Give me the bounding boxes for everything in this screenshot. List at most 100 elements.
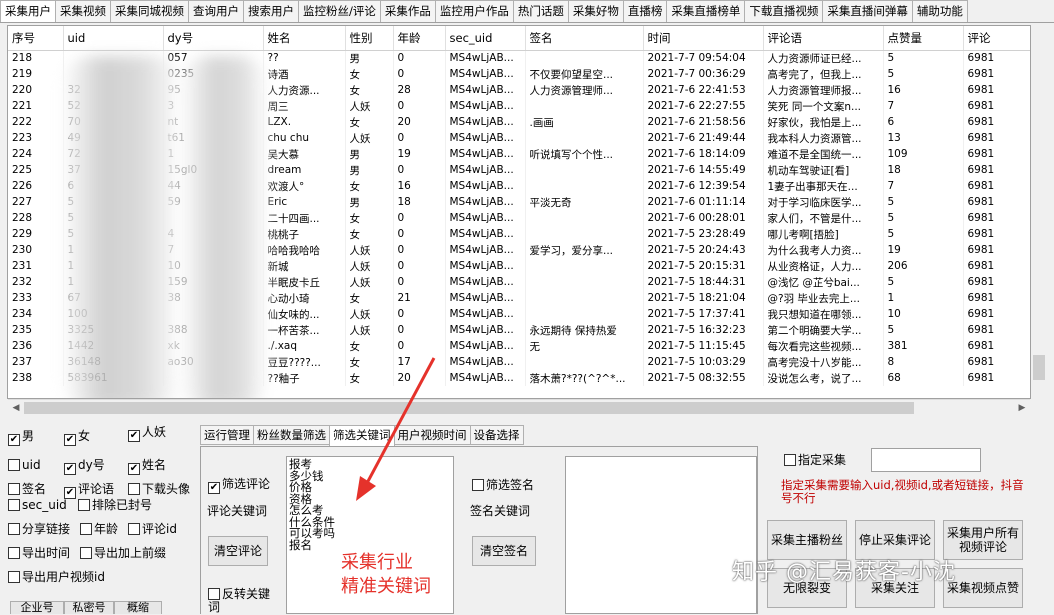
scroll-right-arrow-icon[interactable]: ▶: [1014, 400, 1030, 416]
table-cell: 0: [393, 98, 446, 114]
table-cell: 平淡无奇: [525, 194, 644, 210]
filter-dy-checkbox[interactable]: ✔ dy号: [64, 458, 105, 475]
user-data-grid[interactable]: 序号 uid dy号 姓名 性别 年龄 sec_uid 签名 时间 评论语 点赞量 评论 218 057…: [7, 25, 1031, 399]
filter-comment-checkbox[interactable]: ✔ 评论语: [64, 482, 114, 499]
tab-7[interactable]: 监控用户作品: [434, 0, 514, 22]
vscroll-thumb[interactable]: [1033, 355, 1045, 380]
filter-sign-keyword-checkbox[interactable]: 筛选签名: [472, 478, 534, 492]
hscroll-thumb[interactable]: [24, 402, 914, 414]
clear-comment-button[interactable]: 清空评论: [208, 536, 268, 566]
column-header[interactable]: 年龄: [393, 26, 446, 51]
scroll-left-arrow-icon[interactable]: ◀: [8, 400, 24, 416]
target-collect-input[interactable]: [871, 448, 981, 472]
age-checkbox[interactable]: 年龄: [80, 522, 118, 536]
table-cell: 女: [345, 114, 394, 130]
settings-tab-0[interactable]: 运行管理: [200, 425, 254, 445]
column-header[interactable]: 签名: [525, 26, 644, 51]
sign-keyword-textarea[interactable]: [565, 456, 757, 614]
target-collect-hint: 指定采集需要输入uid,视频id,或者短链接，抖音号不行: [781, 478, 1024, 505]
export-time-checkbox[interactable]: 导出时间: [8, 546, 70, 560]
checkmark-icon: ✔: [128, 463, 140, 475]
summary-button[interactable]: 概缩: [114, 601, 162, 614]
target-collect-checkbox[interactable]: 指定采集: [784, 453, 846, 467]
column-header[interactable]: dy号: [163, 26, 264, 51]
reverse-keyword-checkbox[interactable]: 反转关键词: [208, 588, 278, 614]
table-cell: MS4wLjAB...: [445, 162, 526, 178]
filter-male-checkbox[interactable]: ✔ 男: [8, 429, 34, 446]
tab-10[interactable]: 直播榜: [622, 0, 668, 22]
table-cell: 219: [8, 66, 64, 82]
enterprise-account-button[interactable]: 企业号: [10, 601, 64, 614]
share-link-checkbox[interactable]: 分享链接: [8, 522, 70, 536]
export-prefix-checkbox[interactable]: 导出加上前缀: [80, 546, 166, 560]
table-cell: 女: [345, 66, 394, 82]
grid-vertical-scrollbar[interactable]: [1031, 25, 1047, 399]
column-header[interactable]: 性别: [345, 26, 394, 51]
column-header[interactable]: uid: [63, 26, 164, 51]
tab-2[interactable]: 采集同城视频: [110, 0, 189, 22]
table-cell: 2021-7-6 12:39:54: [643, 178, 764, 194]
table-cell: 0: [393, 306, 446, 322]
tab-8[interactable]: 热门话题: [512, 0, 569, 22]
filter-uid-checkbox[interactable]: uid: [8, 458, 41, 472]
column-header[interactable]: 评论语: [763, 26, 884, 51]
table-cell: MS4wLjAB...: [445, 146, 526, 162]
table-cell: 人力资源管理师...: [525, 82, 644, 98]
exclude-banned-checkbox[interactable]: 排除已封号: [78, 498, 152, 512]
tab-3[interactable]: 查询用户: [188, 0, 244, 22]
tab-0[interactable]: 采集用户: [0, 0, 56, 22]
table-cell: 19: [883, 242, 964, 258]
table-cell: 221: [8, 98, 64, 114]
filter-comment-keyword-checkbox[interactable]: ✔ 筛选评论: [208, 477, 270, 494]
settings-tab-1[interactable]: 粉丝数量筛选: [253, 425, 330, 445]
tab-12[interactable]: 下载直播视频: [744, 0, 824, 22]
settings-tab-3[interactable]: 用户视频时间: [393, 425, 471, 445]
table-cell: [525, 50, 644, 66]
tab-4[interactable]: 搜索用户: [243, 0, 299, 22]
table-cell: 笑死 同一个文案n...: [763, 98, 884, 114]
tab-5[interactable]: 监控粉丝/评论: [298, 0, 381, 22]
table-cell: 哈哈我哈哈: [263, 242, 346, 258]
settings-tab-2[interactable]: 筛选关键词: [329, 425, 395, 447]
tab-14[interactable]: 辅助功能: [911, 0, 968, 22]
table-cell: [525, 210, 644, 226]
filter-name-checkbox[interactable]: ✔ 姓名: [128, 458, 166, 475]
filter-female-checkbox[interactable]: ✔ 女: [64, 429, 90, 446]
clear-sign-button[interactable]: 清空签名: [472, 536, 536, 566]
download-avatar-checkbox[interactable]: 下载头像: [128, 482, 190, 496]
column-header[interactable]: 序号: [8, 26, 64, 51]
table-cell: 2021-7-6 01:11:14: [643, 194, 764, 210]
grid-horizontal-scrollbar[interactable]: ◀ ▶: [8, 399, 1030, 415]
column-header[interactable]: 姓名: [263, 26, 346, 51]
tab-1[interactable]: 采集视频: [55, 0, 111, 22]
column-header[interactable]: 时间: [643, 26, 764, 51]
column-header[interactable]: 评论: [963, 26, 1030, 51]
filter-sign-checkbox[interactable]: 签名: [8, 482, 46, 496]
tab-6[interactable]: 采集作品: [379, 0, 436, 22]
checkmark-icon: ✔: [8, 434, 20, 446]
table-cell: LZX.: [263, 114, 346, 130]
private-account-button[interactable]: 私密号: [64, 601, 114, 614]
table-cell: 6981: [963, 162, 1030, 178]
tab-11[interactable]: 采集直播榜单: [666, 0, 746, 22]
table-cell: 238: [8, 370, 64, 386]
tab-13[interactable]: 采集直播间弹幕: [822, 0, 913, 22]
table-cell: 2021-7-5 11:15:45: [643, 338, 764, 354]
table-cell: 6981: [963, 242, 1030, 258]
table-cell: 2021-7-5 08:32:55: [643, 370, 764, 386]
table-cell: 哪儿考啊[捂脸]: [763, 226, 884, 242]
table-cell: 5: [883, 322, 964, 338]
export-video-id-checkbox[interactable]: 导出用户视频id: [8, 570, 105, 584]
table-cell: 0: [393, 274, 446, 290]
filter-sec-uid-checkbox[interactable]: sec_uid: [8, 498, 67, 512]
tab-9[interactable]: 采集好物: [567, 0, 624, 22]
settings-tab-4[interactable]: 设备选择: [469, 425, 524, 445]
table-cell: 6981: [963, 290, 1030, 306]
column-header[interactable]: sec_uid: [445, 26, 526, 51]
table-cell: 6981: [963, 354, 1030, 370]
filter-other-checkbox[interactable]: ✔ 人妖: [128, 425, 166, 442]
column-header[interactable]: 点赞量: [883, 26, 964, 51]
table-cell: 2021-7-5 16:32:23: [643, 322, 764, 338]
table-cell: 21: [393, 290, 446, 306]
comment-id-checkbox[interactable]: 评论id: [128, 522, 177, 536]
